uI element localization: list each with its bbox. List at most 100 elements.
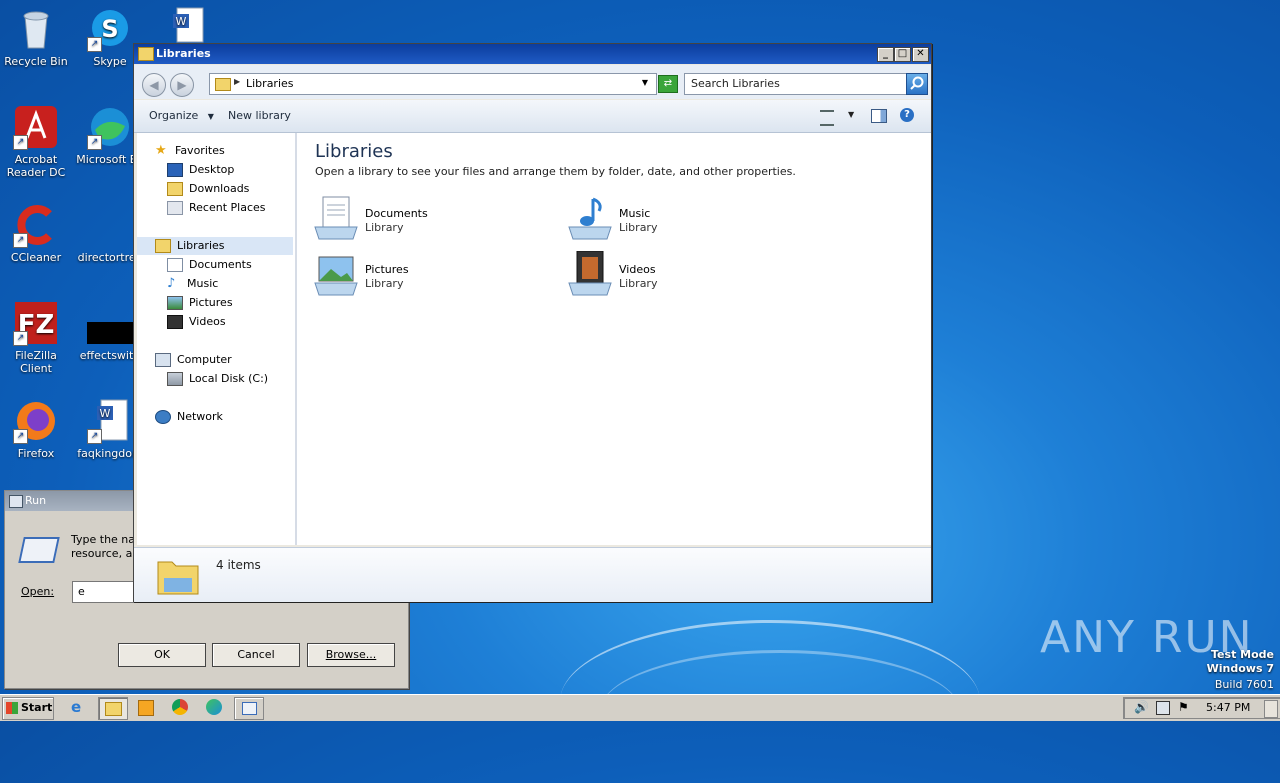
nav-local-disk[interactable]: Local Disk (C:): [167, 370, 268, 388]
run-cancel-button[interactable]: Cancel: [212, 643, 300, 667]
desktop-icon-acrobat[interactable]: ↗ Acrobat Reader DC: [0, 104, 72, 179]
desktop-icon-firefox[interactable]: ↗ Firefox: [0, 398, 72, 460]
nav-computer-label: Computer: [177, 353, 232, 366]
nav-music[interactable]: ♪ Music: [167, 275, 218, 293]
maximize-button[interactable]: □: [894, 47, 911, 62]
taskbar-media-player-icon[interactable]: [138, 700, 154, 716]
library-music[interactable]: Music Library: [567, 195, 767, 245]
clock[interactable]: 5:47 PM: [1206, 701, 1250, 714]
svg-text:S: S: [101, 15, 118, 43]
ccleaner-icon: ↗: [13, 202, 59, 248]
library-folder-icon: [138, 47, 154, 61]
nav-network[interactable]: Network: [155, 408, 223, 426]
folder-icon: [105, 702, 122, 716]
library-folder-icon: [155, 239, 171, 253]
firefox-icon: ↗: [13, 398, 59, 444]
library-name: Videos: [619, 263, 656, 276]
show-desktop-button[interactable]: [1264, 700, 1278, 718]
address-folder-icon: [215, 78, 231, 91]
flag-icon[interactable]: ⚑: [1178, 700, 1189, 714]
taskbar-explorer-button[interactable]: [98, 697, 128, 720]
nav-local-disk-label: Local Disk (C:): [189, 372, 269, 385]
taskbar-ie-icon[interactable]: e: [71, 699, 87, 715]
desktop-icon-label: CCleaner: [10, 251, 62, 264]
nav-recent-places[interactable]: Recent Places: [167, 199, 266, 217]
nav-videos-label: Videos: [189, 315, 226, 328]
run-ok-button[interactable]: OK: [118, 643, 206, 667]
command-bar: Organize ▼ New library ▼ ?: [134, 100, 931, 133]
explorer-navbar: ◀ ▶ ▶ Libraries ▼ ⇄ Search Libraries: [134, 65, 931, 99]
organize-button[interactable]: Organize ▼: [149, 109, 214, 122]
nav-desktop[interactable]: Desktop: [167, 161, 234, 179]
recycle-bin-icon: [13, 6, 59, 52]
organize-label: Organize: [149, 109, 199, 122]
network-tray-icon[interactable]: [1156, 701, 1170, 715]
nav-favorites[interactable]: ★ Favorites: [155, 142, 225, 160]
desktop-icon-recycle-bin[interactable]: Recycle Bin: [0, 6, 72, 68]
start-button[interactable]: Start: [2, 697, 54, 720]
address-text: Libraries: [246, 77, 294, 90]
recent-places-icon: [167, 201, 183, 215]
address-bar[interactable]: ▶ Libraries ▼: [209, 73, 657, 95]
nav-downloads[interactable]: Downloads: [167, 180, 249, 198]
desktop-icon-ccleaner[interactable]: ↗ CCleaner: [0, 202, 72, 264]
back-button[interactable]: ◀: [142, 73, 166, 97]
forward-button[interactable]: ▶: [170, 73, 194, 97]
black-image-icon: [87, 300, 133, 346]
downloads-icon: [167, 182, 183, 196]
desktop-icon-label: Recycle Bin: [4, 55, 68, 68]
shortcut-arrow-icon: ↗: [87, 135, 102, 150]
nav-computer[interactable]: Computer: [155, 351, 232, 369]
desktop-icon: [167, 163, 183, 177]
nav-libraries[interactable]: Libraries: [137, 237, 293, 255]
view-dropdown-icon[interactable]: ▼: [848, 110, 854, 119]
svg-text:W: W: [176, 15, 187, 28]
skype-icon: S ↗: [87, 6, 133, 52]
search-input[interactable]: Search Libraries: [684, 73, 908, 95]
desktop-icon-label: Firefox: [17, 447, 55, 460]
volume-icon[interactable]: 🔊: [1134, 700, 1149, 714]
library-name: Music: [619, 207, 651, 220]
new-library-button[interactable]: New library: [228, 109, 291, 122]
minimize-button[interactable]: _: [877, 47, 894, 62]
desktop-icon-label: FileZilla Client: [15, 349, 57, 375]
preview-pane-icon[interactable]: [871, 109, 887, 123]
library-documents[interactable]: Documents Library: [313, 195, 513, 245]
desktop-icon-filezilla[interactable]: FZ ↗ FileZilla Client: [0, 300, 72, 375]
content-pane: Libraries Open a library to see your fil…: [297, 133, 931, 545]
svg-text:W: W: [100, 407, 111, 420]
explorer-titlebar[interactable]: Libraries _ □ ✕: [134, 44, 931, 64]
taskbar: Start e 🔊 ⚑ 5:47 PM: [0, 694, 1280, 721]
address-chevron-icon[interactable]: ▶: [234, 77, 240, 86]
help-icon[interactable]: ?: [900, 108, 914, 122]
nav-documents-label: Documents: [189, 258, 252, 271]
documents-library-icon: [313, 195, 359, 241]
explorer-window[interactable]: Libraries _ □ ✕ ◀ ▶ ▶ Libraries ▼ ⇄ Sear…: [133, 43, 932, 602]
address-dropdown-icon[interactable]: ▼: [642, 78, 648, 87]
library-videos[interactable]: Videos Library: [567, 250, 767, 301]
nav-documents[interactable]: Documents: [167, 256, 252, 274]
system-tray: 🔊 ⚑ 5:47 PM: [1123, 697, 1280, 719]
close-button[interactable]: ✕: [912, 47, 929, 62]
nav-libraries-label: Libraries: [177, 239, 225, 252]
change-view-icon[interactable]: [820, 110, 834, 126]
search-button[interactable]: [906, 73, 928, 95]
run-description-line1: Type the na: [71, 533, 136, 546]
desktop-icon-label: Acrobat Reader DC: [6, 153, 66, 179]
pictures-library-icon: [313, 251, 359, 297]
explorer-title: Libraries: [156, 47, 211, 60]
taskbar-run-button[interactable]: [234, 697, 264, 720]
run-browse-button[interactable]: Browse...: [307, 643, 395, 667]
nav-videos[interactable]: Videos: [167, 313, 226, 331]
shortcut-arrow-icon: ↗: [87, 37, 102, 52]
taskbar-chrome-icon[interactable]: [172, 699, 188, 715]
documents-icon: [167, 258, 183, 272]
library-pictures[interactable]: Pictures Library: [313, 251, 513, 301]
music-library-icon: [567, 195, 613, 241]
nav-music-label: Music: [187, 277, 219, 290]
music-icon: ♪: [167, 276, 176, 291]
search-icon: [910, 76, 924, 90]
nav-pictures[interactable]: Pictures: [167, 294, 233, 312]
taskbar-edge-icon[interactable]: [206, 699, 222, 715]
refresh-button[interactable]: ⇄: [658, 75, 678, 93]
